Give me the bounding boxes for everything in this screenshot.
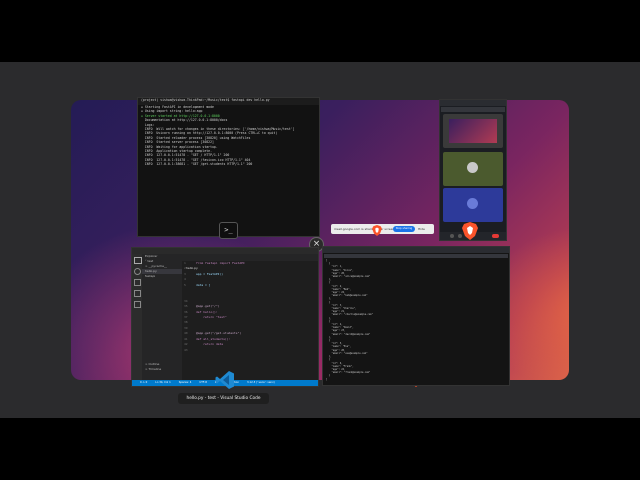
window-caption: hello.py - test - Visual Studio Code — [178, 393, 269, 404]
code-text: data = [ — [196, 282, 211, 287]
code-text: def all_students(): — [196, 336, 231, 341]
browser-address-bar[interactable] — [441, 107, 505, 112]
meet-participant-tile-2 — [443, 188, 503, 222]
code-text: return "test" — [196, 315, 227, 320]
code-line[interactable]: 43 — [182, 348, 318, 353]
code-text: return data — [196, 342, 224, 347]
terminal-line: INFO 127.0.0.1:38681 - "GET /get-student… — [141, 162, 253, 167]
share-notification-text: meet.google.com is sharing your screen — [334, 227, 395, 231]
participant-avatar — [467, 198, 478, 209]
explorer-icon[interactable] — [134, 257, 142, 264]
code-text: from fastapi import FastAPI — [196, 261, 245, 265]
meet-screen-share-tile — [443, 114, 503, 148]
code-text: @app.get("/") — [196, 304, 220, 309]
brave-browser-icon[interactable] — [372, 225, 382, 236]
terminal-title: (project) vishwa@vishwa-ThinkPad:~/Music… — [138, 98, 319, 105]
code-text: @app.get("/get-students") — [196, 331, 242, 336]
meet-browser-window[interactable] — [439, 99, 507, 241]
editor-area[interactable]: hello.py 1 from fastapi import FastAPI 2 3 a… — [182, 254, 318, 380]
hide-button[interactable]: Hide — [418, 224, 425, 234]
status-item[interactable]: Ln 34, Col 1 — [155, 381, 170, 384]
mic-icon[interactable] — [450, 234, 454, 238]
status-item[interactable]: 0 ⚠ 0 — [140, 381, 147, 384]
terminal-output: ☒ Starting FastAPI in development mode ☒ … — [138, 105, 319, 167]
extensions-icon[interactable] — [134, 301, 141, 308]
vscode-app-icon[interactable] — [215, 370, 235, 390]
line-number: 43 — [184, 347, 188, 352]
stop-sharing-button[interactable]: Stop sharing — [393, 226, 415, 232]
code-text: app = FastAPI() — [196, 271, 224, 276]
json-line: ] — [326, 377, 328, 381]
code-editor[interactable]: 1 from fastapi import FastAPI 2 3 app = Fast… — [182, 261, 318, 353]
code-text: def hello(): — [196, 309, 218, 314]
status-item[interactable]: 3.12.3 ('.venv': venv) — [247, 381, 275, 384]
end-call-icon[interactable] — [492, 234, 499, 238]
search-icon[interactable] — [134, 268, 141, 275]
browser-address-bar[interactable] — [324, 254, 508, 258]
sidebar-section[interactable]: > Timeline — [142, 367, 161, 372]
participant-avatar — [467, 162, 478, 173]
vscode-window[interactable]: Explorer ˅ test > __pycache__ hello.py fa… — [131, 247, 319, 387]
brave-browser-icon[interactable] — [462, 222, 478, 240]
json-response-view: [ { "id": 1, "name": "Alice", "age": 20,… — [323, 259, 509, 381]
json-browser-window[interactable]: [ { "id": 1, "name": "Alice", "age": 20,… — [322, 246, 510, 386]
terminal-window[interactable]: (project) vishwa@vishwa-ThinkPad:~/Music… — [137, 97, 320, 237]
run-debug-icon[interactable] — [134, 290, 141, 297]
browser-tab-strip[interactable] — [440, 100, 506, 106]
status-item[interactable]: Spaces: 4 — [179, 381, 192, 384]
activity-bar — [132, 254, 142, 380]
browser-tab-strip[interactable] — [323, 247, 509, 253]
explorer-sidebar: Explorer ˅ test > __pycache__ hello.py fa… — [142, 254, 182, 380]
source-control-icon[interactable] — [134, 279, 141, 286]
sidebar-item[interactable]: fastapi — [142, 274, 182, 279]
terminal-app-icon[interactable]: >_ — [219, 222, 238, 239]
status-item[interactable]: UTF-8 — [199, 381, 207, 384]
meet-participant-tile-1 — [443, 152, 503, 186]
screen-share-notification: meet.google.com is sharing your screen S… — [331, 224, 434, 234]
